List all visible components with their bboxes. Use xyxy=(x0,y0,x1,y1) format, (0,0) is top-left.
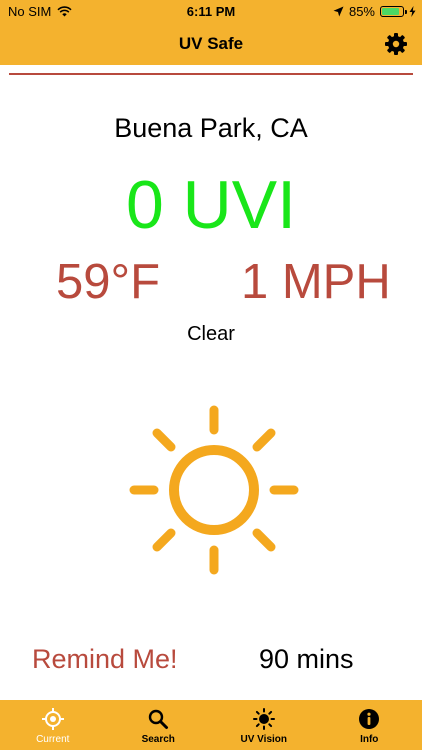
tab-label: Current xyxy=(36,734,70,745)
temperature-value: 59°F xyxy=(56,255,161,309)
navigation-bar: UV Safe xyxy=(0,24,422,65)
gear-icon xyxy=(385,33,407,55)
tab-label: Search xyxy=(141,734,175,745)
tab-uv-vision[interactable]: UV Vision xyxy=(211,700,317,750)
wind-speed-value: 1 MPH xyxy=(241,255,391,309)
location-target-icon xyxy=(41,708,64,730)
charging-bolt-icon xyxy=(409,6,416,17)
page-title: UV Safe xyxy=(178,34,244,53)
tab-label: Info xyxy=(360,734,379,745)
battery-percent: 85% xyxy=(348,4,375,19)
status-bar: No SIM 6:11 PM 85% xyxy=(0,0,422,24)
settings-button[interactable] xyxy=(384,32,408,56)
battery-fill xyxy=(382,8,399,15)
uv-index-value: 0 UVI xyxy=(125,167,297,243)
reminder-duration[interactable]: 90 mins xyxy=(259,644,354,675)
header-divider xyxy=(9,73,413,75)
info-icon xyxy=(359,709,380,729)
sun-icon xyxy=(252,708,275,730)
tab-label: UV Vision xyxy=(240,734,288,745)
weather-condition: Clear xyxy=(187,323,235,345)
remind-me-button[interactable]: Remind Me! xyxy=(32,644,178,675)
location-label: Buena Park, CA xyxy=(114,113,308,143)
status-right: 85% xyxy=(333,4,416,19)
sun-icon xyxy=(129,405,299,575)
magnifier-icon xyxy=(149,709,169,729)
battery-icon xyxy=(380,6,407,17)
tab-info[interactable]: Info xyxy=(317,700,422,750)
tab-search[interactable]: Search xyxy=(106,700,212,750)
tab-bar: Current Search UV Vision Info xyxy=(0,700,422,750)
location-arrow-icon xyxy=(333,6,344,17)
tab-current[interactable]: Current xyxy=(0,700,106,750)
battery-cap xyxy=(405,10,407,14)
